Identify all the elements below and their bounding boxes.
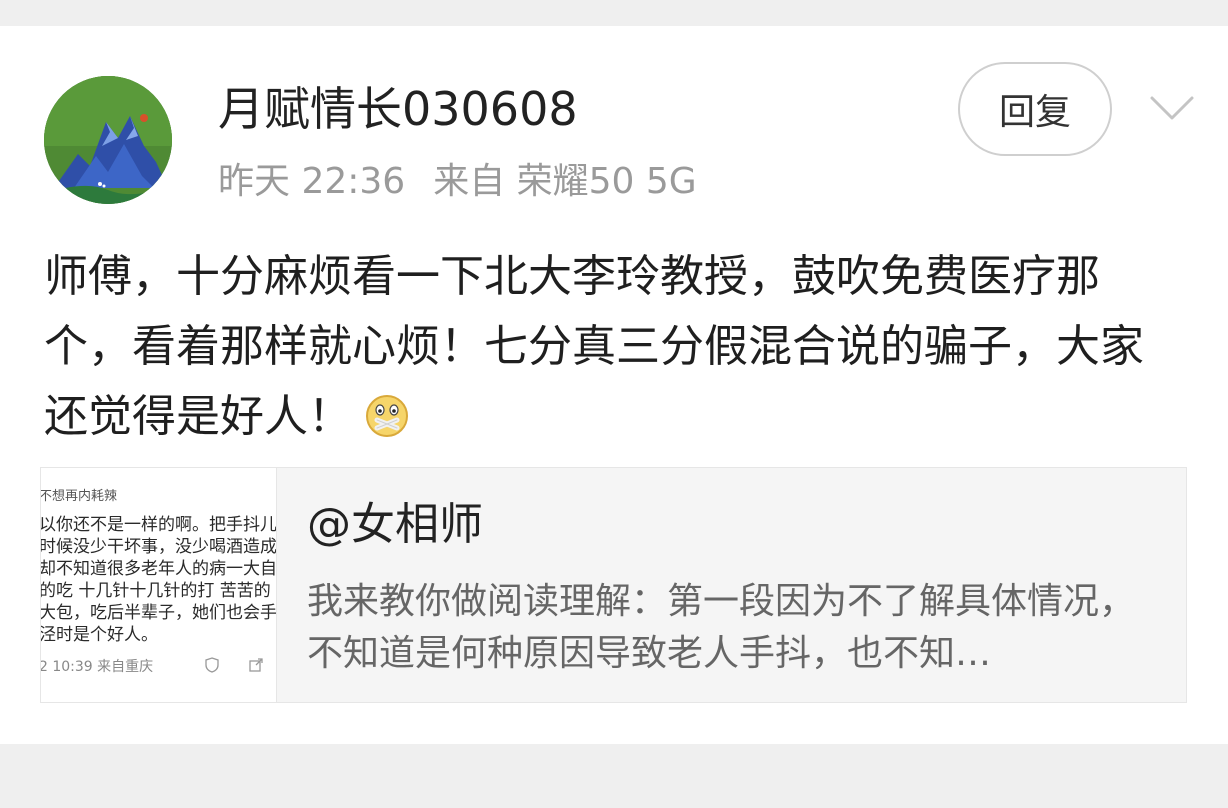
weibo-comment-card: 月赋情长030608 昨天 22:36 来自 荣耀50 5G 回复 师傅，十分麻烦… (0, 26, 1228, 744)
chevron-down-icon[interactable] (1146, 86, 1198, 130)
thumbnail-text-line: 却不知道很多老年人的病一大自 (41, 559, 277, 579)
thumbnail-text-line: 以你还不是一样的啊。把手抖儿 (41, 515, 277, 535)
post-meta: 昨天 22:36 来自 荣耀50 5G (218, 156, 697, 208)
thumbnail-text-line: 泾时是个好人。 (41, 625, 158, 645)
quoted-post[interactable]: 不想再内耗辣 以你还不是一样的啊。把手抖儿 时候没少干坏事，没少喝酒造成 却不知… (40, 467, 1187, 703)
share-icon (249, 658, 263, 672)
thumbnail-text-line: 大包，吃后半辈子，她们也会手 (41, 603, 277, 623)
thumbnail-footer: 2 10:39 来自重庆 (41, 659, 154, 675)
username[interactable]: 月赋情长030608 (218, 78, 578, 140)
comment-body: 师傅，十分麻烦看一下北大李玲教授，鼓吹免费医疗那个，看着那样就心烦！七分真三分假… (44, 251, 1144, 442)
quoted-username[interactable]: @女相师 (307, 496, 483, 554)
avatar[interactable] (44, 76, 172, 204)
thumbnail-text-line: 不想再内耗辣 (41, 489, 118, 504)
quoted-text: 我来教你做阅读理解：第一段因为不了解具体情况，不知道是何种原因导致老人手抖，也不… (307, 581, 1136, 674)
quoted-thumbnail: 不想再内耗辣 以你还不是一样的啊。把手抖儿 时候没少干坏事，没少喝酒造成 却不知… (41, 468, 277, 702)
thumbnail-text-line: 的吃 十几针十几针的打 苦苦的 (41, 581, 271, 601)
thumbnail-text-line: 时候没少干坏事，没少喝酒造成 (41, 537, 277, 557)
post-source: 来自 荣耀50 5G (433, 161, 697, 202)
reply-button[interactable]: 回复 (958, 62, 1112, 156)
shield-icon (205, 657, 219, 673)
zipped-mouth-emoji-icon (364, 393, 410, 439)
avatar-image (44, 76, 172, 204)
post-time: 昨天 22:36 (218, 161, 406, 202)
comment-text: 师傅，十分麻烦看一下北大李玲教授，鼓吹免费医疗那个，看着那样就心烦！七分真三分假… (44, 242, 1184, 452)
